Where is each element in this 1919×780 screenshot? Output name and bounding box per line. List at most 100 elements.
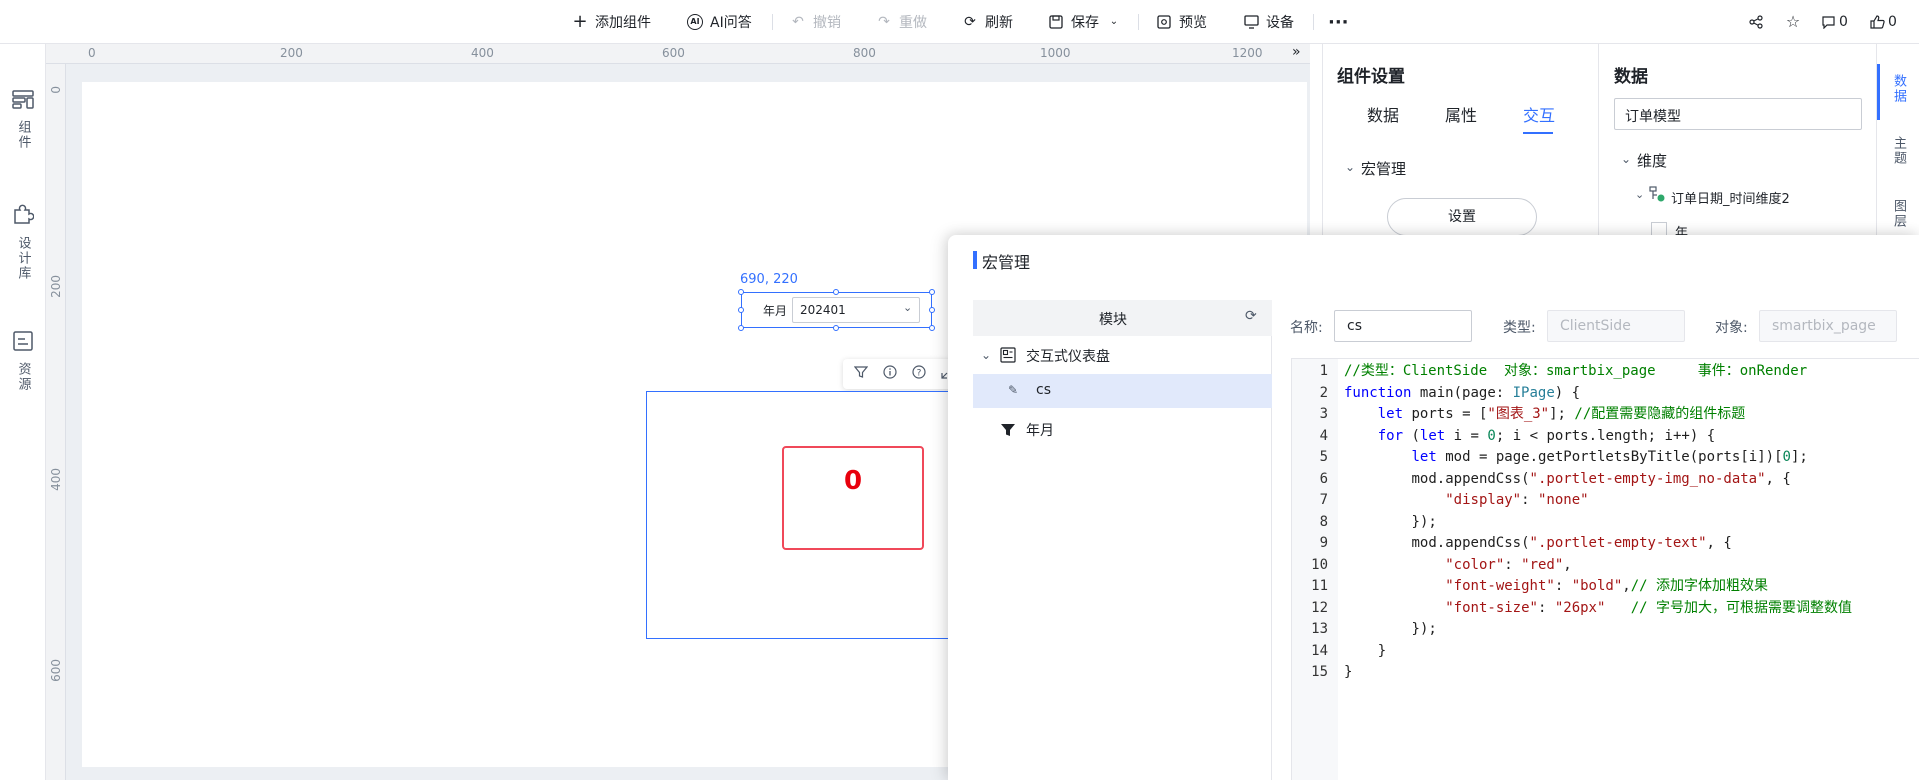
model-select[interactable]: 订单模型 [1614,98,1862,130]
line-number: 15 [1311,664,1328,680]
preview-icon [1156,14,1172,30]
preview-label: 预览 [1179,15,1207,31]
name-input[interactable]: cs [1334,310,1472,342]
chevron-down-icon: ⌄ [1635,188,1645,201]
filter-label: 年月 [763,304,788,318]
share-button[interactable] [1748,0,1764,44]
field-checkbox[interactable] [1651,222,1667,236]
filter-select[interactable]: 202401 ⌄ [792,297,920,323]
object-label: 对象: [1715,320,1748,336]
resize-handle[interactable] [929,307,935,313]
add-component-label: 添加组件 [595,15,651,31]
filter-icon [1000,422,1016,442]
code-line: function main(page: IPage) { [1344,384,1581,401]
share-icon [1748,14,1764,30]
collapse-panel-icon[interactable]: » [1292,44,1301,60]
tree-item-filter[interactable]: 年月 [1026,420,1054,440]
chevron-down-icon: ⌄ [903,301,913,314]
sidebar-item-resources[interactable]: 资源 [0,330,46,392]
chart-component[interactable]: 0 [646,391,966,639]
ruler-tick: 400 [471,46,494,60]
resize-handle[interactable] [929,325,935,331]
rail-tab-theme[interactable]: 主题 [1877,136,1919,166]
type-input-value: ClientSide [1560,318,1631,334]
tab-data[interactable]: 数据 [1367,102,1399,126]
code-line: mod.appendCss(".portlet-empty-img_no-dat… [1411,470,1791,487]
redo-button[interactable]: ↷ 重做 [876,0,927,44]
tree-root-item[interactable]: 交互式仪表盘 [1026,346,1110,366]
rail-tab-data[interactable]: 数据 [1877,74,1919,104]
comments-button[interactable]: 0 [1820,0,1848,44]
sidebar-item-design-library[interactable]: 设计库 [0,204,46,281]
code-line: "color": "red", [1445,556,1572,573]
refresh-button[interactable]: ⟳ 刷新 [962,0,1013,44]
code-editor[interactable]: 1 //类型：ClientSide 对象：smartbix_page 事件：onR… [1291,358,1919,780]
section-macro-management[interactable]: 宏管理 [1361,158,1406,179]
resize-handle[interactable] [929,289,935,295]
info-icon[interactable] [883,365,897,383]
chevron-down-icon: ⌄ [1621,152,1632,166]
rail-tab-layers[interactable]: 图层 [1877,199,1919,229]
line-number: 5 [1319,449,1328,465]
undo-button[interactable]: ↶ 撤销 [790,0,841,44]
code-line: "font-weight": "bold",// 添加字体加粗效果 [1445,578,1769,594]
save-icon [1048,14,1064,30]
ruler-tick: 1000 [1040,46,1071,60]
filter-value: 202401 [800,303,846,317]
refresh-icon[interactable]: ⟳ [1245,308,1257,324]
tab-interaction[interactable]: 交互 [1523,102,1555,126]
name-label: 名称: [1290,320,1323,336]
resize-handle[interactable] [738,307,744,313]
line-number: 12 [1311,599,1328,616]
help-icon[interactable]: ? [912,365,926,383]
tree-item-selected[interactable]: ✎ cs [973,374,1272,408]
setup-button[interactable]: 设置 [1387,198,1537,236]
plus-icon: + [572,11,588,32]
like-button[interactable]: 0 [1869,0,1897,44]
code-lines: 1 //类型：ClientSide 对象：smartbix_page 事件：onR… [1292,361,1919,780]
resize-handle[interactable] [833,325,839,331]
ruler-tick: 200 [49,275,63,298]
code-line: mod.appendCss(".portlet-empty-text", { [1411,535,1732,551]
date-filter-component[interactable]: 年月 202401 ⌄ [741,292,932,328]
resize-handle[interactable] [833,289,839,295]
object-input-value: smartbix_page [1772,318,1876,334]
ruler-tick: 0 [88,46,96,60]
line-number: 10 [1311,556,1328,573]
ai-qa-button[interactable]: AI AI问答 [687,0,752,44]
device-label: 设备 [1266,15,1294,31]
comment-icon [1820,14,1836,30]
save-button[interactable]: 保存 ⌄ [1048,0,1122,44]
save-label: 保存 [1071,15,1099,31]
svg-text:?: ? [917,369,922,379]
field-item[interactable]: 订单日期_时间维度2 [1671,188,1790,207]
add-component-button[interactable]: + 添加组件 [572,0,651,44]
device-button[interactable]: 设备 [1243,0,1294,44]
line-number: 8 [1319,513,1328,530]
model-value: 订单模型 [1625,109,1681,125]
refresh-icon: ⟳ [964,14,976,30]
horizontal-ruler: 0 200 400 600 800 1000 1200 » [46,44,1310,64]
sidebar-item-components[interactable]: 组件 [0,90,46,150]
more-button[interactable]: ··· [1328,0,1349,44]
favorite-button[interactable]: ☆ [1785,0,1801,44]
filter-icon[interactable] [853,365,869,383]
toolbar-divider [1138,14,1139,30]
line-number: 13 [1311,621,1328,637]
redo-icon: ↷ [878,14,890,30]
line-number: 6 [1319,470,1328,487]
resize-handle[interactable] [738,289,744,295]
puzzle-icon [12,204,35,230]
left-sidebar: 组件 设计库 资源 [0,44,46,780]
line-number: 9 [1319,535,1328,551]
chart-empty-text: 0 [843,466,863,496]
chevron-down-icon[interactable]: ⌄ [981,348,991,362]
ruler-tick: 600 [49,659,63,682]
preview-button[interactable]: 预览 [1156,0,1207,44]
redo-label: 重做 [899,15,927,31]
ruler-tick: 1200 [1232,46,1263,60]
code-line: }); [1411,513,1437,530]
dimension-group[interactable]: 维度 [1637,150,1667,171]
tab-properties[interactable]: 属性 [1445,102,1477,126]
resize-handle[interactable] [738,325,744,331]
